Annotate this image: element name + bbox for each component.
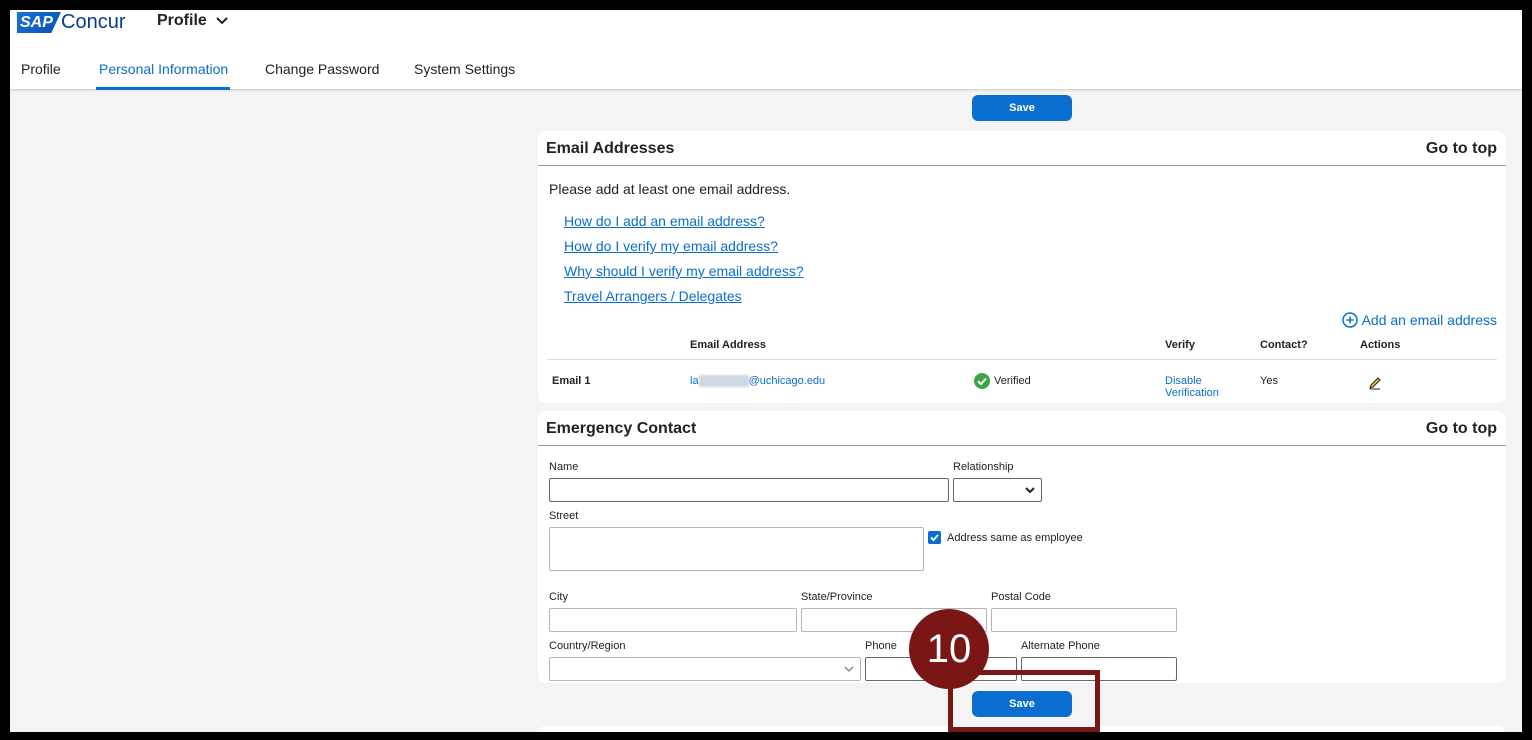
email-address-value: la @uchicago.edu — [690, 375, 826, 387]
chevron-down-icon[interactable] — [215, 14, 229, 28]
go-to-top-link[interactable]: Go to top — [1426, 420, 1497, 438]
same-address-label: Address same as employee — [947, 531, 1083, 544]
help-link-verify-email[interactable]: How do I verify my email address? — [564, 238, 778, 254]
sap-logo: SAP — [17, 12, 61, 33]
col-header-actions: Actions — [1360, 339, 1401, 351]
help-link-why-verify[interactable]: Why should I verify my email address? — [564, 263, 804, 279]
label-relationship: Relationship — [953, 461, 1014, 473]
tab-change-password[interactable]: Change Password — [265, 60, 379, 78]
label-street: Street — [549, 510, 579, 522]
save-button-top[interactable]: Save — [972, 95, 1072, 121]
section-title: Emergency Contact — [546, 420, 697, 437]
table-header-divider — [547, 359, 1497, 360]
app-menu-title[interactable]: Profile — [157, 10, 207, 32]
country-select[interactable] — [549, 657, 861, 681]
help-link-add-email[interactable]: How do I add an email address? — [564, 213, 765, 229]
label-postal: Postal Code — [991, 591, 1051, 603]
edit-pencil-icon[interactable] — [1368, 376, 1382, 390]
concur-logo: Concur — [61, 11, 126, 33]
label-alternate-phone: Alternate Phone — [1021, 640, 1100, 652]
name-input[interactable] — [549, 478, 949, 502]
col-header-email: Email Address — [690, 339, 767, 351]
emergency-contact-card: Emergency Contact Go to top Name Relatio… — [538, 411, 1506, 683]
label-name: Name — [549, 461, 579, 473]
relationship-select[interactable] — [953, 478, 1042, 502]
go-to-top-link[interactable]: Go to top — [1426, 140, 1497, 158]
postal-code-input[interactable] — [991, 608, 1177, 632]
active-tab-indicator — [96, 87, 230, 90]
tab-profile[interactable]: Profile — [21, 60, 61, 78]
label-state: State/Province — [801, 591, 873, 603]
tab-personal-information[interactable]: Personal Information — [99, 60, 228, 78]
contact-value: Yes — [1260, 375, 1278, 387]
label-city: City — [549, 591, 568, 603]
annotation-step-badge: 10 — [909, 609, 989, 689]
email-row-label: Email 1 — [552, 375, 591, 387]
redacted-block — [698, 375, 749, 387]
col-header-verify: Verify — [1165, 339, 1195, 351]
disable-verification-link[interactable]: Disable Verification — [1165, 375, 1219, 399]
add-email-label: Add an email address — [1361, 312, 1497, 328]
same-address-checkbox[interactable] — [928, 531, 941, 544]
street-textarea[interactable] — [549, 527, 924, 571]
label-country: Country/Region — [549, 640, 626, 652]
city-input[interactable] — [549, 608, 797, 632]
label-phone: Phone — [865, 640, 897, 652]
help-link-travel-arrangers[interactable]: Travel Arrangers / Delegates — [564, 288, 742, 304]
divider — [538, 165, 1506, 166]
verified-status: Verified — [974, 373, 1031, 389]
check-circle-icon — [974, 373, 990, 389]
add-email-button[interactable]: Add an email address — [1341, 312, 1497, 328]
chevron-down-icon — [1025, 487, 1035, 494]
section-title: Email Addresses — [546, 140, 675, 157]
top-header: SAP Concur Profile Profile Personal Info… — [10, 10, 1522, 90]
tab-system-settings[interactable]: System Settings — [414, 60, 515, 78]
email-instruction: Please add at least one email address. — [549, 181, 791, 197]
same-address-checkbox-group[interactable]: Address same as employee — [928, 531, 1083, 544]
app-window: SAP Concur Profile Profile Personal Info… — [10, 10, 1522, 732]
checkmark-icon — [930, 534, 939, 542]
chevron-down-icon — [844, 666, 854, 673]
plus-circle-icon — [1341, 312, 1358, 328]
divider — [538, 445, 1506, 446]
email-addresses-card: Email Addresses Go to top Please add at … — [538, 131, 1506, 403]
col-header-contact: Contact? — [1260, 339, 1308, 351]
